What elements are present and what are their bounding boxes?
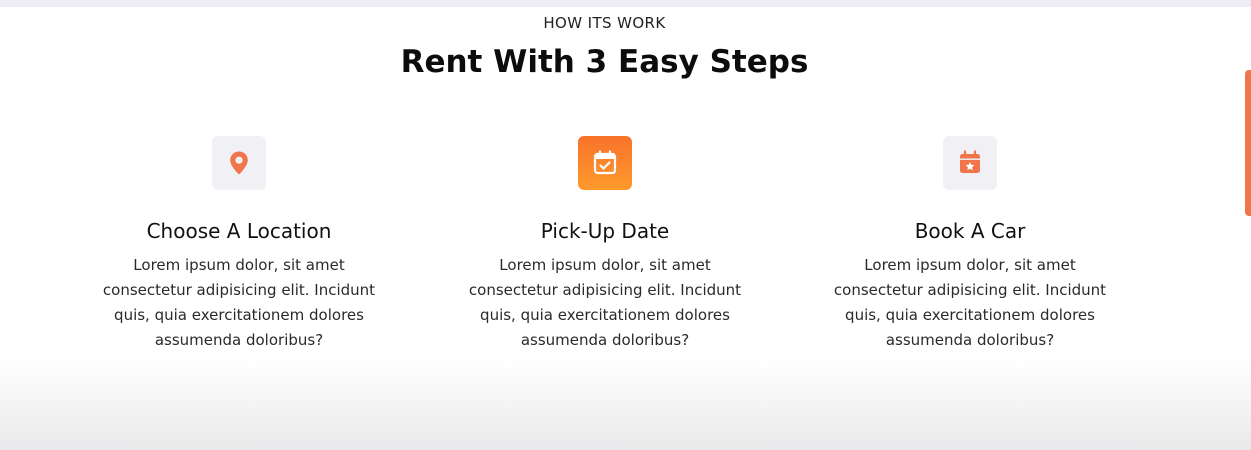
scroll-indicator[interactable] xyxy=(1245,70,1251,216)
top-strip xyxy=(0,0,1251,7)
step-pick-up-date: Pick-Up Date Lorem ipsum dolor, sit amet… xyxy=(450,136,760,353)
step-book-car: Book A Car Lorem ipsum dolor, sit amet c… xyxy=(815,136,1125,353)
calendar-star-icon xyxy=(943,136,997,190)
section-title: Rent With 3 Easy Steps xyxy=(400,44,809,80)
step-title: Pick-Up Date xyxy=(540,219,670,243)
step-title: Book A Car xyxy=(914,219,1026,243)
section-eyebrow: HOW ITS WORK xyxy=(543,14,666,32)
step-description: Lorem ipsum dolor, sit amet consectetur … xyxy=(833,256,1107,349)
step-title: Choose A Location xyxy=(146,219,332,243)
step-choose-location: Choose A Location Lorem ipsum dolor, sit… xyxy=(84,136,394,353)
steps-row: Choose A Location Lorem ipsum dolor, sit… xyxy=(0,136,1251,366)
section-header: HOW ITS WORK Rent With 3 Easy Steps xyxy=(0,13,1209,82)
how-it-works-page: HOW ITS WORK Rent With 3 Easy Steps Choo… xyxy=(0,0,1251,450)
bottom-fade xyxy=(0,360,1251,450)
location-pin-icon xyxy=(212,136,266,190)
step-description: Lorem ipsum dolor, sit amet consectetur … xyxy=(102,256,376,349)
calendar-check-icon xyxy=(578,136,632,190)
step-description: Lorem ipsum dolor, sit amet consectetur … xyxy=(468,256,742,349)
